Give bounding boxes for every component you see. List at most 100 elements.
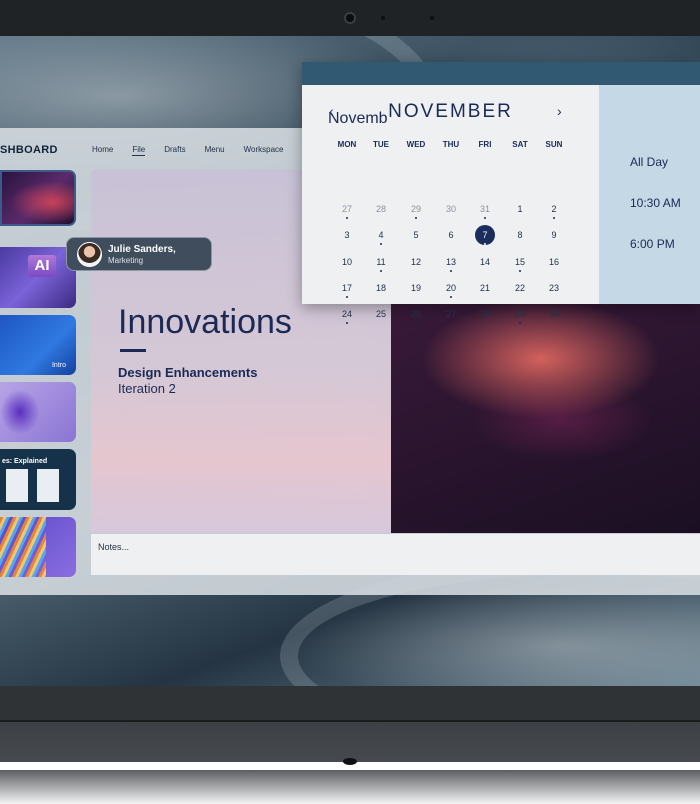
calendar-day[interactable]: 31 bbox=[474, 199, 496, 219]
agenda-item[interactable]: All Day bbox=[630, 155, 668, 169]
event-dot bbox=[519, 322, 521, 324]
abstract-art-image bbox=[391, 289, 700, 533]
weekday-label: WED bbox=[406, 140, 426, 149]
calendar-header-bar bbox=[302, 62, 700, 85]
event-dot bbox=[380, 243, 382, 245]
weekday-label: THU bbox=[442, 140, 460, 149]
user-chip[interactable]: Julie Sanders, Marketing bbox=[66, 237, 212, 271]
laptop-bottom-rim bbox=[0, 770, 700, 804]
event-dot bbox=[346, 217, 348, 219]
calendar-day[interactable]: 16 bbox=[543, 252, 565, 272]
slide-thumbnail[interactable] bbox=[0, 382, 76, 442]
calendar-day[interactable]: 12 bbox=[405, 252, 427, 272]
slide-thumbnail[interactable] bbox=[0, 517, 76, 577]
calendar-day[interactable]: 18 bbox=[370, 278, 392, 298]
calendar-day[interactable]: 27 bbox=[440, 304, 462, 324]
calendar-day[interactable]: 29 bbox=[509, 304, 531, 324]
agenda-panel bbox=[599, 85, 700, 304]
slide-thumbnail[interactable] bbox=[0, 170, 76, 226]
menu-bar: Home File Drafts Menu Workspace Gr bbox=[92, 145, 330, 156]
slide-subtitle[interactable]: Design Enhancements bbox=[118, 365, 257, 380]
calendar-day[interactable]: 13 bbox=[440, 252, 462, 272]
slide-thumbnail[interactable]: AI bbox=[0, 247, 76, 308]
slide-title[interactable]: Innovations bbox=[118, 303, 292, 342]
notes-placeholder: Notes... bbox=[98, 542, 130, 552]
menu-drafts[interactable]: Drafts bbox=[164, 145, 185, 156]
event-dot bbox=[415, 217, 417, 219]
calendar-day[interactable]: 4 bbox=[370, 225, 392, 245]
calendar-day[interactable]: 29 bbox=[405, 199, 427, 219]
calendar-day[interactable]: 25 bbox=[370, 304, 392, 324]
event-dot bbox=[450, 296, 452, 298]
camera-bar bbox=[0, 0, 700, 36]
weekday-label: MON bbox=[337, 140, 357, 149]
calendar-day[interactable]: 5 bbox=[405, 225, 427, 245]
calendar-day[interactable]: 14 bbox=[474, 252, 496, 272]
calendar-day[interactable]: 1 bbox=[509, 199, 531, 219]
calendar-day[interactable]: 20 bbox=[440, 278, 462, 298]
calendar-day[interactable]: 3 bbox=[336, 225, 358, 245]
event-dot bbox=[346, 322, 348, 324]
webcam bbox=[344, 12, 356, 24]
event-dot bbox=[450, 270, 452, 272]
thumbnail-label: es: Explained bbox=[2, 458, 48, 465]
weekday-label: FRI bbox=[478, 140, 492, 149]
calendar-day[interactable]: 22 bbox=[509, 278, 531, 298]
base-sensor bbox=[343, 758, 357, 765]
weekday-label: SAT bbox=[512, 140, 528, 149]
calendar-day[interactable]: 21 bbox=[474, 278, 496, 298]
calendar-day[interactable]: 28 bbox=[370, 199, 392, 219]
notes-field[interactable]: Notes... bbox=[91, 533, 700, 575]
slide-thumbnail[interactable]: es: Explained bbox=[0, 449, 76, 510]
title-underline bbox=[120, 349, 146, 352]
thumbnail-label: Intro bbox=[51, 362, 66, 369]
thumbnail-card bbox=[6, 469, 28, 502]
avatar bbox=[77, 242, 102, 267]
calendar-day[interactable]: 30 bbox=[543, 304, 565, 324]
laptop-hinge bbox=[0, 686, 700, 720]
calendar-widget: ‹ NOVEMBER › MON TUE WED THU FRI SAT SUN 27 28 2… bbox=[302, 62, 700, 324]
agenda-item[interactable]: 6:00 PM bbox=[630, 237, 675, 251]
thumbnail-card bbox=[37, 469, 59, 502]
menu-menu[interactable]: Menu bbox=[205, 145, 225, 156]
calendar-day[interactable]: 17 bbox=[336, 278, 358, 298]
calendar-day[interactable]: 19 bbox=[405, 278, 427, 298]
event-dot bbox=[519, 270, 521, 272]
calendar-day[interactable]: 23 bbox=[543, 278, 565, 298]
calendar-day[interactable]: 6 bbox=[440, 225, 462, 245]
user-role: Marketing bbox=[108, 256, 144, 265]
slide-subtitle-secondary[interactable]: Iteration 2 bbox=[118, 381, 176, 396]
slide-thumbnail[interactable]: Intro bbox=[0, 315, 76, 375]
agenda-title: Novemb bbox=[328, 110, 388, 127]
ai-chip-icon: AI bbox=[28, 255, 56, 277]
calendar-day[interactable]: 11 bbox=[370, 252, 392, 272]
dna-helix-image bbox=[0, 517, 46, 577]
laptop-lid-edge bbox=[0, 722, 700, 762]
calendar-day[interactable]: 2 bbox=[543, 199, 565, 219]
menu-file[interactable]: File bbox=[132, 145, 146, 156]
chevron-right-icon[interactable]: › bbox=[557, 103, 562, 119]
calendar-day[interactable]: 30 bbox=[440, 199, 462, 219]
weekday-label: SUN bbox=[545, 140, 563, 149]
calendar-day-selected[interactable]: 7 bbox=[475, 225, 495, 245]
sensor-dot bbox=[381, 16, 385, 20]
event-dot bbox=[346, 296, 348, 298]
calendar-day[interactable]: 24 bbox=[336, 304, 358, 324]
calendar-day[interactable]: 26 bbox=[405, 304, 427, 324]
event-dot bbox=[380, 270, 382, 272]
calendar-day[interactable]: 27 bbox=[336, 199, 358, 219]
event-dot bbox=[484, 217, 486, 219]
calendar-day[interactable]: 9 bbox=[543, 225, 565, 245]
calendar-day[interactable]: 8 bbox=[509, 225, 531, 245]
weekday-label: TUE bbox=[373, 140, 389, 149]
event-dot bbox=[484, 243, 486, 245]
agenda-item[interactable]: 10:30 AM bbox=[630, 196, 681, 210]
calendar-day[interactable]: 15 bbox=[509, 252, 531, 272]
menu-workspace[interactable]: Workspace bbox=[244, 145, 284, 156]
sensor-dot bbox=[430, 16, 434, 20]
calendar-day[interactable]: 28 bbox=[474, 304, 496, 324]
menu-home[interactable]: Home bbox=[92, 145, 113, 156]
event-dot bbox=[553, 217, 555, 219]
user-name: Julie Sanders, bbox=[108, 244, 176, 255]
calendar-day[interactable]: 10 bbox=[336, 252, 358, 272]
